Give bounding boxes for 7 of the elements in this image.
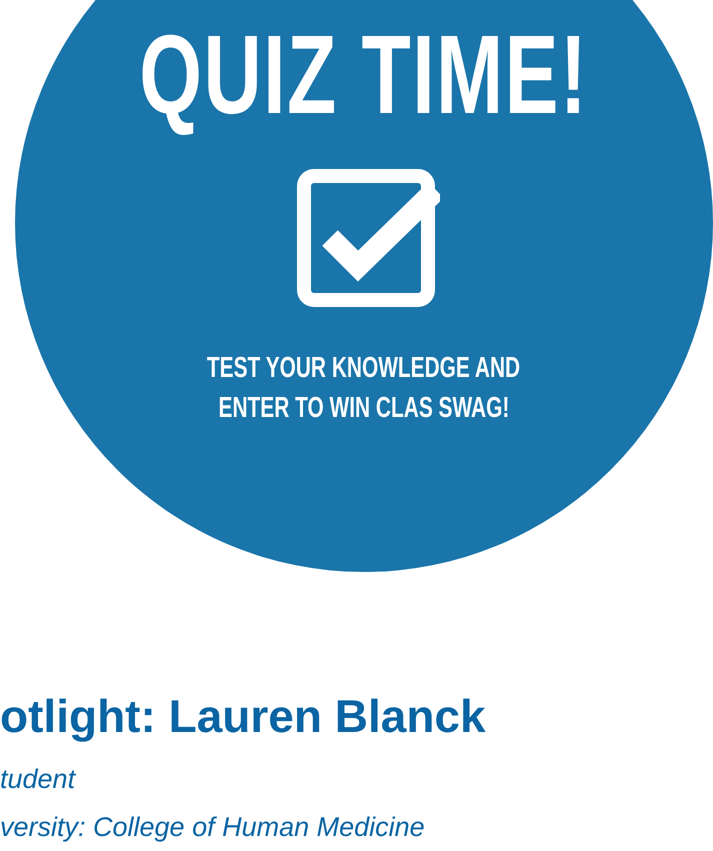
article-detail: tudent xyxy=(0,763,77,796)
article-detail: versity: College of Human Medicine xyxy=(0,811,426,844)
article-heading: otlight: Lauren Blanck xyxy=(0,689,487,744)
banner-title: QUIZ TIME! xyxy=(140,14,588,136)
checkbox-icon xyxy=(296,168,440,308)
banner-subtitle: TEST YOUR KNOWLEDGE AND xyxy=(207,351,521,386)
banner-subtitle: ENTER TO WIN CLAS SWAG! xyxy=(218,391,510,426)
